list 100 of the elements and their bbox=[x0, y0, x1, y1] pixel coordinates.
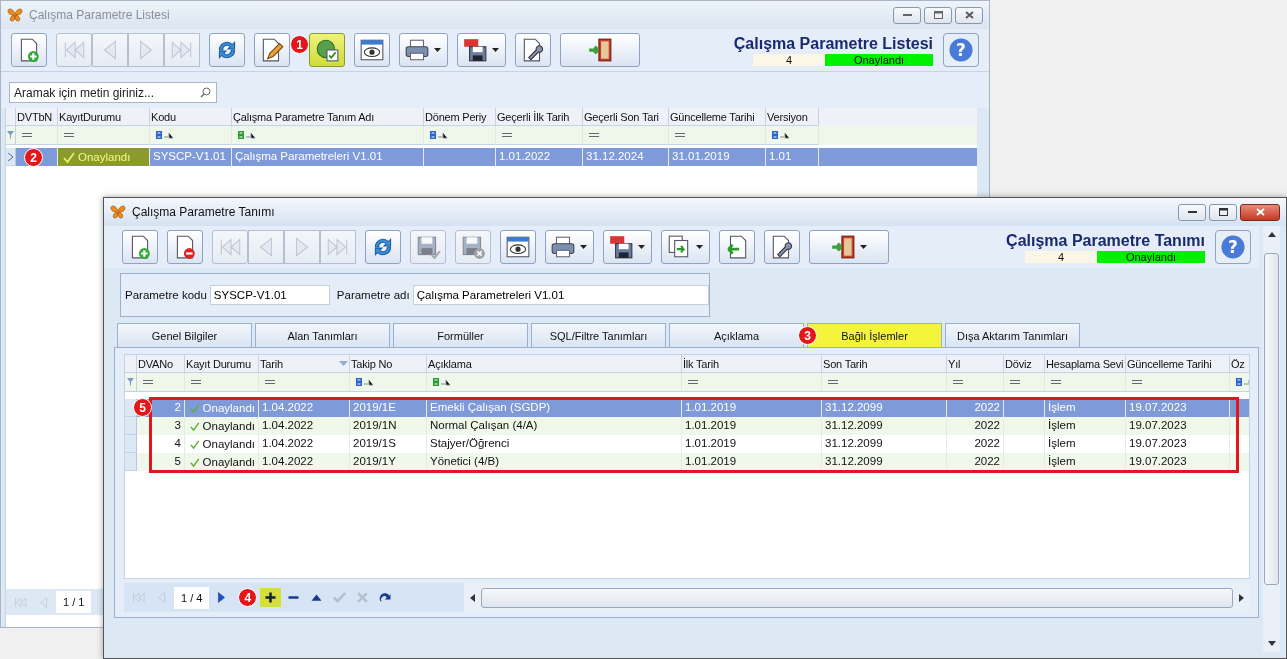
exit-door-icon bbox=[829, 234, 856, 260]
tab[interactable]: Dışa Aktarım Tanımları bbox=[945, 323, 1080, 347]
help-button[interactable]: ? bbox=[943, 33, 979, 67]
equals-icon bbox=[1051, 380, 1061, 384]
callout-badge: 2 bbox=[24, 148, 43, 167]
toolbar-button[interactable] bbox=[457, 33, 506, 67]
table-row[interactable]: 3 Onaylandı 1.04.2022 2019/1N Normal Çalışan (4/A) 1.01.2019 31.12.2099 2022 İşlem 19.07.2023 bbox=[125, 417, 1249, 435]
form-heading: Çalışma Parametre Tanımı bbox=[1006, 231, 1205, 250]
toolbar-button[interactable] bbox=[545, 230, 594, 264]
form-heading: Çalışma Parametre Listesi bbox=[733, 34, 933, 53]
status-text: Onaylandı bbox=[78, 151, 131, 163]
row-indicator[interactable] bbox=[6, 148, 16, 166]
pager-button[interactable] bbox=[260, 588, 282, 607]
tab[interactable]: Alan Tanımları bbox=[255, 323, 390, 347]
callout-badge: 1 bbox=[290, 35, 309, 54]
table-cell: 31.12.2024 bbox=[583, 148, 669, 166]
tab[interactable]: Genel Bilgiler bbox=[117, 323, 252, 347]
scroll-thumb[interactable] bbox=[1264, 253, 1279, 585]
eye-window-icon bbox=[359, 37, 385, 63]
equals-icon bbox=[828, 380, 838, 384]
check-icon bbox=[190, 456, 200, 468]
toolbar-button[interactable] bbox=[354, 33, 390, 67]
toolbar-button[interactable] bbox=[167, 230, 203, 264]
pdf-save-icon bbox=[608, 234, 634, 260]
check-icon bbox=[190, 402, 200, 414]
minimize-button[interactable] bbox=[893, 6, 921, 24]
maximize-button[interactable] bbox=[1209, 203, 1237, 221]
scroll-right-icon bbox=[1239, 593, 1244, 602]
text-filter-icon bbox=[433, 378, 451, 386]
field-label: Parametre adı bbox=[336, 289, 410, 301]
horizontal-scrollbar[interactable] bbox=[464, 583, 1250, 612]
equals-icon bbox=[22, 133, 32, 137]
butterfly-icon bbox=[7, 8, 23, 22]
close-button[interactable] bbox=[955, 6, 983, 24]
status-text: Onaylandı bbox=[202, 456, 255, 468]
page-indicator: 1 / 4 bbox=[174, 586, 210, 609]
check-icon bbox=[63, 151, 75, 163]
text-filter-icon bbox=[430, 131, 448, 139]
printer-icon bbox=[550, 234, 576, 260]
toolbar-button[interactable] bbox=[254, 33, 290, 67]
vertical-scrollbar[interactable] bbox=[1263, 226, 1280, 652]
caret-icon bbox=[859, 245, 867, 249]
toolbar-button[interactable] bbox=[764, 230, 800, 264]
caret-icon bbox=[434, 48, 441, 52]
table-row[interactable]: 2 Onaylandı SYSCP-V1.01 Çalışma Parametreleri V1.01 1.01.2022 31.12.2024 31.01.2019 1.01 bbox=[6, 148, 977, 166]
printer-icon bbox=[404, 37, 430, 63]
toolbar-button[interactable] bbox=[603, 230, 652, 264]
caret-icon bbox=[492, 48, 499, 52]
toolbar-button[interactable] bbox=[500, 230, 536, 264]
field-label: Parametre kodu bbox=[125, 289, 207, 301]
check-icon bbox=[190, 438, 200, 450]
scroll-up-icon bbox=[1267, 232, 1276, 237]
table-cell: 1.01 bbox=[766, 148, 819, 166]
input-field[interactable]: SYSCP-V1.01 bbox=[209, 285, 330, 305]
input-field[interactable]: Çalışma Parametreleri V1.01 bbox=[412, 285, 709, 305]
table-row[interactable]: 5 Onaylandı 1.04.2022 2019/1Y Yönetici (4/B) 1.01.2019 31.12.2099 2022 İşlem 19.07.2023 bbox=[125, 453, 1249, 471]
eye-window-icon bbox=[505, 234, 531, 260]
status-label: Onaylandı bbox=[1097, 250, 1205, 263]
table-cell: Çalışma Parametreleri V1.01 bbox=[232, 148, 424, 166]
text-filter-icon bbox=[238, 131, 256, 139]
tab[interactable]: Formüller bbox=[393, 323, 528, 347]
toolbar-button[interactable] bbox=[515, 33, 551, 67]
scroll-thumb[interactable] bbox=[481, 587, 1233, 608]
window-title: Çalışma Parametre Listesi bbox=[29, 8, 170, 22]
minimize-icon bbox=[902, 13, 912, 17]
toolbar-button[interactable] bbox=[209, 33, 245, 67]
toolbar-button[interactable] bbox=[11, 33, 47, 67]
floppy-cancel-icon bbox=[460, 234, 486, 260]
search-field[interactable]: Aramak için metin giriniz... bbox=[9, 82, 217, 103]
equals-icon bbox=[953, 380, 963, 384]
close-button[interactable] bbox=[1240, 203, 1280, 221]
help-button[interactable]: ? bbox=[1215, 230, 1251, 264]
table-cell: 31.01.2019 bbox=[669, 148, 766, 166]
equals-icon bbox=[191, 380, 201, 384]
text-filter-icon bbox=[156, 131, 174, 139]
record-count: 4 bbox=[1025, 250, 1097, 263]
restore-icon bbox=[933, 11, 943, 19]
minimize-button[interactable] bbox=[1178, 203, 1206, 221]
toolbar-button[interactable] bbox=[560, 33, 640, 67]
exit-door-icon bbox=[587, 37, 613, 63]
toolbar-button[interactable] bbox=[399, 33, 448, 67]
status-text: Onaylandı bbox=[202, 420, 255, 432]
record-count: 4 bbox=[753, 53, 825, 66]
maximize-button[interactable] bbox=[924, 6, 952, 24]
tab[interactable]: SQL/Filtre Tanımları bbox=[531, 323, 666, 347]
tab[interactable]: Açıklama bbox=[669, 323, 804, 347]
restore-icon bbox=[1218, 208, 1228, 216]
scroll-left-icon bbox=[470, 593, 475, 602]
toolbar-button[interactable] bbox=[122, 230, 158, 264]
equals-icon bbox=[1010, 380, 1020, 384]
status-text: Onaylandı bbox=[202, 402, 255, 414]
caret-icon bbox=[638, 245, 645, 249]
equals-icon bbox=[64, 133, 74, 137]
equals-icon bbox=[265, 380, 275, 384]
skip-first-icon bbox=[131, 590, 146, 605]
text-filter-icon bbox=[772, 131, 790, 139]
row-indicator[interactable] bbox=[125, 399, 137, 417]
toolbar-button[interactable] bbox=[365, 230, 401, 264]
callout-badge: 4 bbox=[238, 588, 258, 607]
toolbar-button[interactable] bbox=[809, 230, 889, 264]
